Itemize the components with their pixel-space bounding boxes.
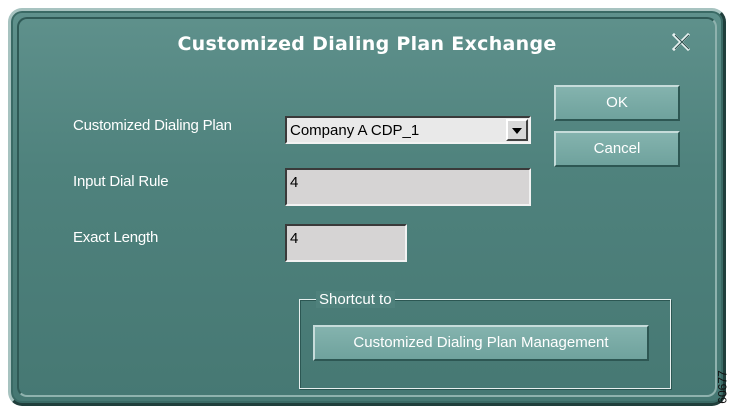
shortcut-legend: Shortcut to <box>316 291 395 308</box>
plan-dropdown-value: Company A CDP_1 <box>290 122 420 139</box>
close-x-icon[interactable] <box>670 31 692 53</box>
plan-dropdown[interactable]: Company A CDP_1 <box>285 116 531 144</box>
dialog-window: Customized Dialing Plan Exchange Customi… <box>8 8 726 406</box>
exact-length-field[interactable]: 4 <box>285 224 407 262</box>
screenshot-canvas: Customized Dialing Plan Exchange Customi… <box>0 0 742 417</box>
dropdown-arrow-button[interactable] <box>506 119 528 141</box>
input-dial-rule-label: Input Dial Rule <box>73 173 169 190</box>
exact-length-label: Exact Length <box>73 229 159 246</box>
chevron-down-icon <box>512 128 522 134</box>
customized-dialing-plan-management-button[interactable]: Customized Dialing Plan Management <box>313 325 649 361</box>
cancel-button[interactable]: Cancel <box>554 131 680 167</box>
ok-button[interactable]: OK <box>554 85 680 121</box>
input-dial-rule-field[interactable]: 4 <box>285 168 531 206</box>
dialog-title: Customized Dialing Plan Exchange <box>177 33 557 55</box>
figure-id-text: 60677 <box>715 370 730 404</box>
plan-label: Customized Dialing Plan <box>73 117 232 134</box>
figure-id: 60677 <box>716 362 738 414</box>
